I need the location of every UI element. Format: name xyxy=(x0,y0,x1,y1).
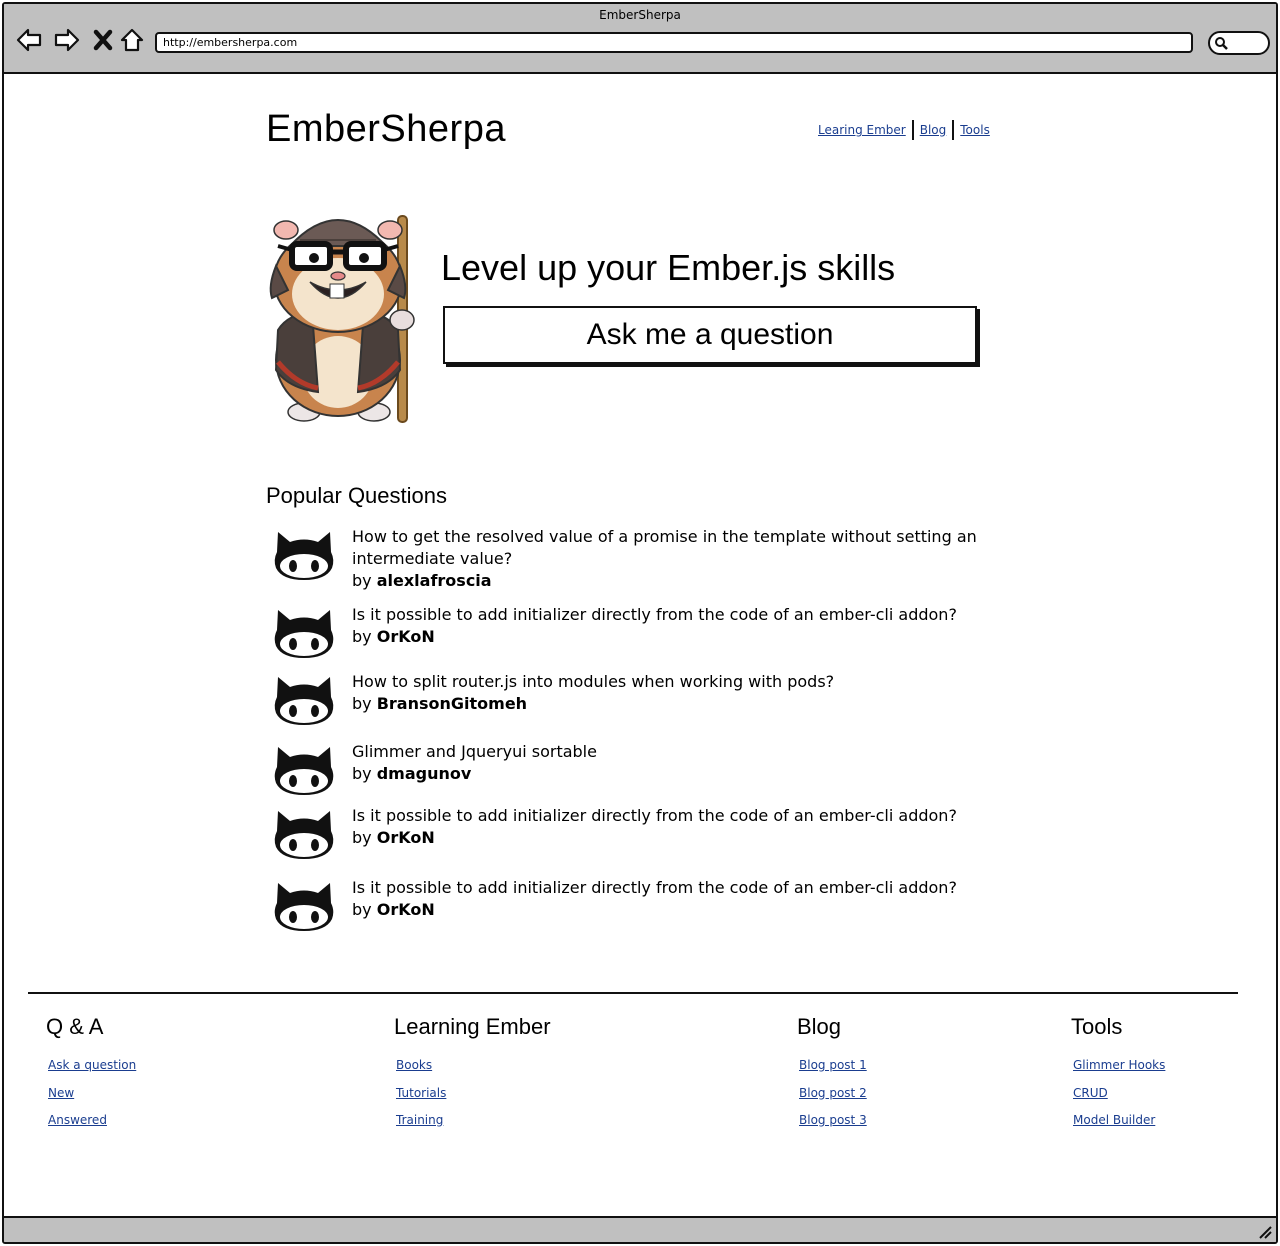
question-author[interactable]: OrKoN xyxy=(377,900,435,919)
octocat-icon xyxy=(274,883,334,931)
footer-link-model-builder[interactable]: Model Builder xyxy=(1073,1113,1165,1141)
footer-column-learning-ember: Learning Ember Books Tutorials Training xyxy=(394,1014,551,1141)
byline-prefix: by xyxy=(352,627,372,646)
forward-arrow-icon[interactable] xyxy=(52,25,82,55)
footer-heading: Tools xyxy=(1071,1014,1123,1039)
question-author[interactable]: alexlafroscia xyxy=(377,571,492,590)
question-author[interactable]: BransonGitomeh xyxy=(377,694,527,713)
question-author[interactable]: OrKoN xyxy=(377,828,435,847)
status-bar xyxy=(4,1216,1276,1242)
question-byline: by OrKoN xyxy=(352,827,992,849)
footer-divider xyxy=(28,992,1238,994)
address-bar[interactable]: http://embersherpa.com xyxy=(155,32,1193,53)
byline-prefix: by xyxy=(352,900,372,919)
byline-prefix: by xyxy=(352,764,372,783)
search-icon xyxy=(1215,37,1228,50)
question-byline: by dmagunov xyxy=(352,763,992,785)
question-title[interactable]: How to split router.js into modules when… xyxy=(352,671,992,693)
footer-heading: Blog xyxy=(797,1014,842,1039)
hamster-mascot-icon xyxy=(269,215,415,423)
footer-link-crud[interactable]: CRUD xyxy=(1073,1086,1165,1114)
question-author[interactable]: dmagunov xyxy=(377,764,472,783)
question-byline: by alexlafroscia xyxy=(352,570,992,592)
footer-link-blog-post-2[interactable]: Blog post 2 xyxy=(799,1086,867,1114)
byline-prefix: by xyxy=(352,694,372,713)
nav-link-tools[interactable]: Tools xyxy=(954,123,996,137)
back-arrow-icon[interactable] xyxy=(14,25,44,55)
octocat-icon xyxy=(274,811,334,859)
footer-link-blog-post-1[interactable]: Blog post 1 xyxy=(799,1058,867,1086)
footer-link-glimmer-hooks[interactable]: Glimmer Hooks xyxy=(1073,1058,1165,1086)
window-title: EmberSherpa xyxy=(599,8,681,22)
footer-link-new[interactable]: New xyxy=(48,1086,136,1114)
byline-prefix: by xyxy=(352,571,372,590)
octocat-icon xyxy=(274,532,334,580)
nav-link-blog[interactable]: Blog xyxy=(914,123,953,137)
byline-prefix: by xyxy=(352,828,372,847)
question-byline: by OrKoN xyxy=(352,626,992,648)
top-nav: Learing Ember Blog Tools xyxy=(812,120,996,140)
octocat-icon xyxy=(274,610,334,658)
footer-column-qa: Q & A Ask a question New Answered xyxy=(46,1014,136,1141)
browser-chrome: EmberSherpa http://embersherpa.com xyxy=(4,4,1276,74)
site-logo[interactable]: EmberSherpa xyxy=(266,108,506,151)
question-title[interactable]: Glimmer and Jqueryui sortable xyxy=(352,741,992,763)
question-author[interactable]: OrKoN xyxy=(377,627,435,646)
hero-headline: Level up your Ember.js skills xyxy=(441,247,896,288)
close-icon[interactable] xyxy=(88,25,118,55)
browser-window: EmberSherpa http://embersherpa.com Ember… xyxy=(2,2,1278,1244)
footer-link-training[interactable]: Training xyxy=(396,1113,551,1141)
footer-link-answered[interactable]: Answered xyxy=(48,1113,136,1141)
question-byline: by BransonGitomeh xyxy=(352,693,992,715)
home-icon[interactable] xyxy=(117,25,147,55)
footer-column-blog: Blog Blog post 1 Blog post 2 Blog post 3 xyxy=(797,1014,867,1141)
footer-link-tutorials[interactable]: Tutorials xyxy=(396,1086,551,1114)
footer-link-ask-question[interactable]: Ask a question xyxy=(48,1058,136,1086)
resize-grip-icon[interactable] xyxy=(1256,1223,1272,1239)
footer-heading: Learning Ember xyxy=(394,1014,551,1039)
footer-heading: Q & A xyxy=(46,1014,104,1039)
ask-question-button[interactable]: Ask me a question xyxy=(443,306,977,364)
question-title[interactable]: Is it possible to add initializer direct… xyxy=(352,604,992,626)
nav-link-learning-ember[interactable]: Learing Ember xyxy=(812,123,912,137)
popular-questions-title: Popular Questions xyxy=(266,483,447,508)
question-title[interactable]: Is it possible to add initializer direct… xyxy=(352,877,992,899)
footer-link-books[interactable]: Books xyxy=(396,1058,551,1086)
octocat-icon xyxy=(274,677,334,725)
footer-link-blog-post-3[interactable]: Blog post 3 xyxy=(799,1113,867,1141)
question-byline: by OrKoN xyxy=(352,899,992,921)
question-title[interactable]: How to get the resolved value of a promi… xyxy=(352,526,992,570)
octocat-icon xyxy=(274,747,334,795)
browser-search-field[interactable] xyxy=(1208,31,1270,55)
footer-column-tools: Tools Glimmer Hooks CRUD Model Builder xyxy=(1071,1014,1165,1141)
question-title[interactable]: Is it possible to add initializer direct… xyxy=(352,805,992,827)
